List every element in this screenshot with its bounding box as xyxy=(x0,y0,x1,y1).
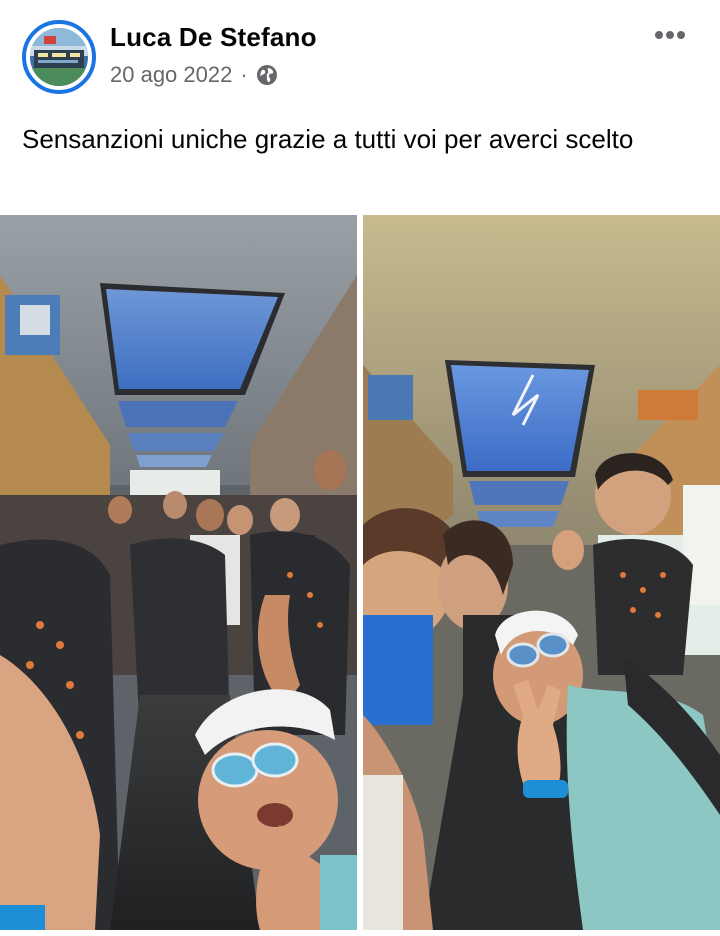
post-date[interactable]: 20 ago 2022 xyxy=(110,62,232,88)
post-text: Sensanzioni uniche grazie a tutti voi pe… xyxy=(22,124,634,154)
photo-bus-selfie-left[interactable] xyxy=(0,215,357,930)
author-avatar[interactable] xyxy=(22,20,96,94)
meta-separator: · xyxy=(240,62,248,87)
photo-bus-selfie-right[interactable] xyxy=(363,215,720,930)
globe-icon[interactable] xyxy=(256,64,278,86)
avatar-image xyxy=(30,28,88,86)
more-options-button[interactable] xyxy=(648,20,692,50)
author-name[interactable]: Luca De Stefano xyxy=(110,22,317,53)
post-header: Luca De Stefano 20 ago 2022 · xyxy=(0,0,720,100)
more-horizontal-icon xyxy=(655,31,685,39)
post-meta: 20 ago 2022 · xyxy=(110,62,278,88)
